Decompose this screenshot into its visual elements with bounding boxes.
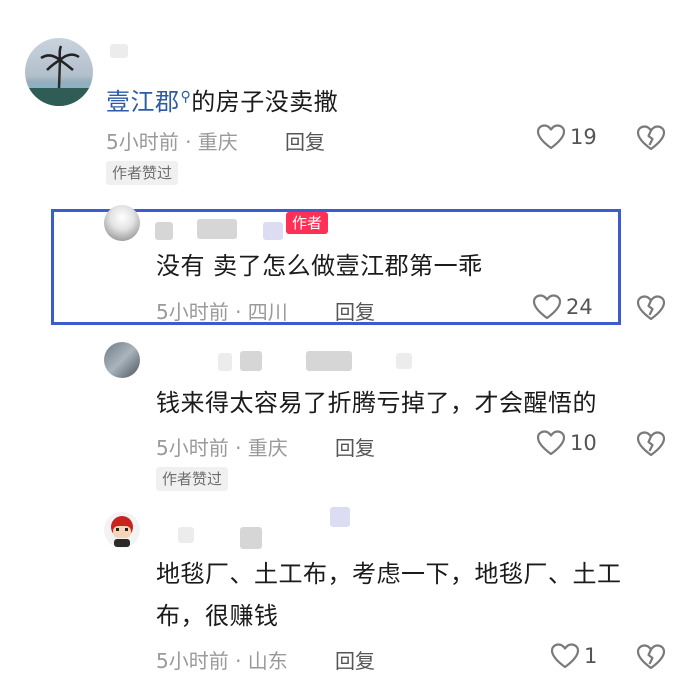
comment-meta: 5小时前 · 重庆 [106, 126, 238, 155]
avatar[interactable] [104, 512, 140, 548]
comment-text: 钱来得太容易了折腾亏掉了，才会醒悟的 [156, 389, 597, 417]
like-button[interactable]: 10 [536, 429, 597, 457]
username-blurred[interactable] [110, 44, 128, 58]
author-badge: 作者 [286, 212, 329, 234]
reply-button[interactable]: 回复 [285, 126, 325, 155]
location: · 重庆 [235, 436, 288, 460]
location: · 四川 [235, 300, 288, 324]
search-icon[interactable]: ⚲ [181, 89, 192, 105]
comment-meta: 5小时前 · 重庆 [156, 432, 288, 461]
like-button[interactable]: 1 [550, 642, 597, 670]
avatar[interactable] [104, 342, 140, 378]
broken-heart-icon [636, 125, 666, 151]
comment-text-line2: 布，很赚钱 [156, 602, 279, 630]
location-link[interactable]: 壹江郡 [106, 88, 180, 116]
broken-heart-icon [636, 431, 666, 457]
author-liked-badge: 作者赞过 [106, 161, 179, 185]
timestamp: 5小时前 [106, 130, 179, 154]
like-count: 1 [584, 644, 598, 668]
avatar[interactable] [104, 205, 140, 241]
like-button[interactable]: 24 [532, 293, 593, 321]
cartoon-avatar-image [111, 516, 133, 547]
dislike-button[interactable] [636, 294, 666, 326]
username-blurred[interactable] [330, 507, 350, 527]
avatar[interactable] [25, 38, 93, 106]
location: · 重庆 [185, 130, 238, 154]
comment-text-line1: 地毯厂、土工布，考虑一下，地毯厂、土工 [156, 560, 622, 588]
username-blurred[interactable] [218, 353, 232, 371]
comments-panel: { "comments": [ { "text_link": "壹江郡", "t… [0, 0, 693, 683]
timestamp: 5小时前 [156, 300, 229, 324]
broken-heart-icon [636, 295, 666, 321]
reply-button[interactable]: 回复 [335, 432, 375, 461]
username-blurred[interactable] [306, 351, 352, 371]
location: · 山东 [235, 649, 288, 673]
like-count: 24 [566, 295, 593, 319]
heart-outline-icon [536, 124, 566, 150]
heart-outline-icon [532, 294, 562, 320]
comment-meta: 5小时前 · 山东 [156, 645, 288, 674]
timestamp: 5小时前 [156, 436, 229, 460]
username-blurred[interactable] [263, 222, 283, 240]
author-liked-badge: 作者赞过 [156, 467, 229, 491]
heart-outline-icon [550, 643, 580, 669]
comment-meta: 5小时前 · 四川 [156, 296, 288, 325]
reply-button[interactable]: 回复 [335, 645, 375, 674]
username-blurred[interactable] [155, 222, 173, 240]
palm-tree-image [25, 45, 93, 106]
heart-outline-icon [536, 430, 566, 456]
username-blurred[interactable] [240, 527, 262, 549]
broken-heart-icon [636, 644, 666, 670]
like-count: 10 [570, 431, 597, 455]
dislike-button[interactable] [636, 643, 666, 675]
username-blurred[interactable] [240, 351, 262, 371]
comment-text: 没有 卖了怎么做壹江郡第一乖 [156, 252, 483, 280]
like-button[interactable]: 19 [536, 123, 597, 151]
username-blurred[interactable] [197, 219, 237, 239]
comment-text: 壹江郡⚲的房子没卖撒 [106, 88, 339, 116]
username-blurred[interactable] [396, 353, 412, 369]
like-count: 19 [570, 125, 597, 149]
timestamp: 5小时前 [156, 649, 229, 673]
username-blurred[interactable] [178, 527, 194, 543]
reply-button[interactable]: 回复 [335, 296, 375, 325]
dislike-button[interactable] [636, 430, 666, 462]
dislike-button[interactable] [636, 124, 666, 156]
